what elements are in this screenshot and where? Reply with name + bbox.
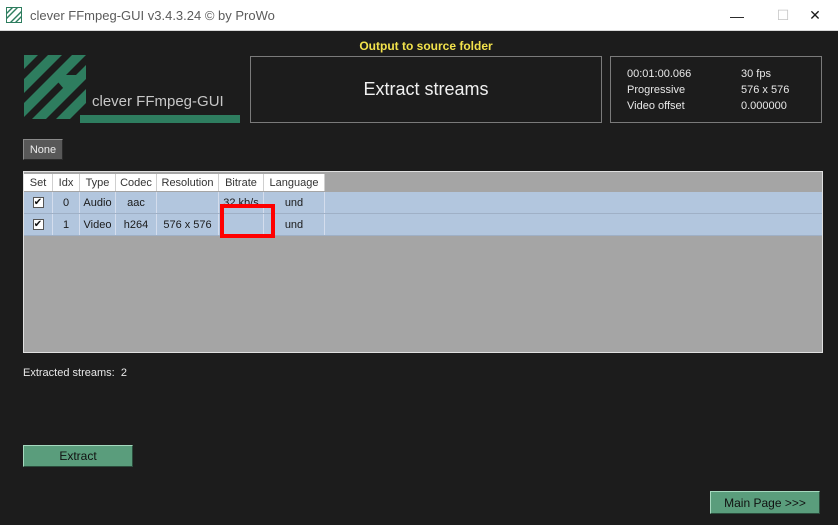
- table-header: Set Idx Type Codec Resolution Bitrate La…: [24, 174, 325, 191]
- extracted-streams-status: Extracted streams: 2: [23, 367, 127, 379]
- column-header-codec[interactable]: Codec: [116, 174, 157, 191]
- idx-cell: 0: [53, 192, 80, 213]
- resolution-cell: [157, 192, 219, 213]
- select-none-button[interactable]: None: [23, 139, 63, 160]
- title-bar: clever FFmpeg-GUI v3.4.3.24 © by ProWo —…: [0, 0, 838, 31]
- output-folder-label: Output to source folder: [359, 39, 493, 53]
- video-offset-value: 0.000000: [741, 100, 787, 112]
- column-header-bitrate[interactable]: Bitrate: [219, 174, 264, 191]
- resolution-value: 576 x 576: [741, 84, 790, 96]
- extracted-streams-label: Extracted streams:: [23, 367, 115, 379]
- video-offset-label: Video offset: [627, 100, 685, 112]
- extract-button[interactable]: Extract: [23, 445, 133, 467]
- mode-panel: Extract streams: [250, 56, 602, 123]
- info-row-duration: 00:01:00.066 30 fps: [627, 68, 817, 80]
- media-info-panel: 00:01:00.066 30 fps Progressive 576 x 57…: [610, 56, 822, 123]
- scan-type-value: Progressive: [627, 84, 686, 96]
- highlight-box: [220, 204, 275, 238]
- codec-cell: h264: [116, 214, 157, 235]
- set-cell: ✔: [24, 214, 53, 235]
- table-row[interactable]: ✔ 1 Video h264 576 x 576 und: [24, 214, 822, 236]
- type-cell: Audio: [80, 192, 116, 213]
- window-title: clever FFmpeg-GUI v3.4.3.24 © by ProWo: [30, 8, 275, 23]
- type-cell: Video: [80, 214, 116, 235]
- idx-cell: 1: [53, 214, 80, 235]
- logo-text: clever FFmpeg-GUI: [92, 93, 224, 110]
- extracted-streams-count: 2: [120, 367, 127, 379]
- column-header-idx[interactable]: Idx: [53, 174, 80, 191]
- table-row[interactable]: ✔ 0 Audio aac 32 kb/s und: [24, 192, 822, 214]
- stream-checkbox[interactable]: ✔: [32, 219, 44, 230]
- column-header-set[interactable]: Set: [24, 174, 53, 191]
- info-row-offset: Video offset 0.000000: [627, 100, 817, 112]
- fps-value: 30 fps: [741, 68, 771, 80]
- column-header-type[interactable]: Type: [80, 174, 116, 191]
- info-row-scan: Progressive 576 x 576: [627, 84, 817, 96]
- resolution-cell: 576 x 576: [157, 214, 219, 235]
- stream-checkbox[interactable]: ✔: [32, 197, 44, 208]
- duration-value: 00:01:00.066: [627, 68, 692, 80]
- column-header-resolution[interactable]: Resolution: [157, 174, 219, 191]
- app-logo-icon: [6, 7, 22, 23]
- main-page-button[interactable]: Main Page >>>: [710, 491, 820, 514]
- close-button[interactable]: ✕: [792, 0, 838, 31]
- column-header-language[interactable]: Language: [264, 174, 325, 191]
- streams-table: Set Idx Type Codec Resolution Bitrate La…: [23, 171, 823, 353]
- set-cell: ✔: [24, 192, 53, 213]
- ffmpeg-logo: [24, 55, 242, 125]
- minimize-button[interactable]: —: [714, 0, 760, 31]
- codec-cell: aac: [116, 192, 157, 213]
- mode-title: Extract streams: [363, 79, 489, 99]
